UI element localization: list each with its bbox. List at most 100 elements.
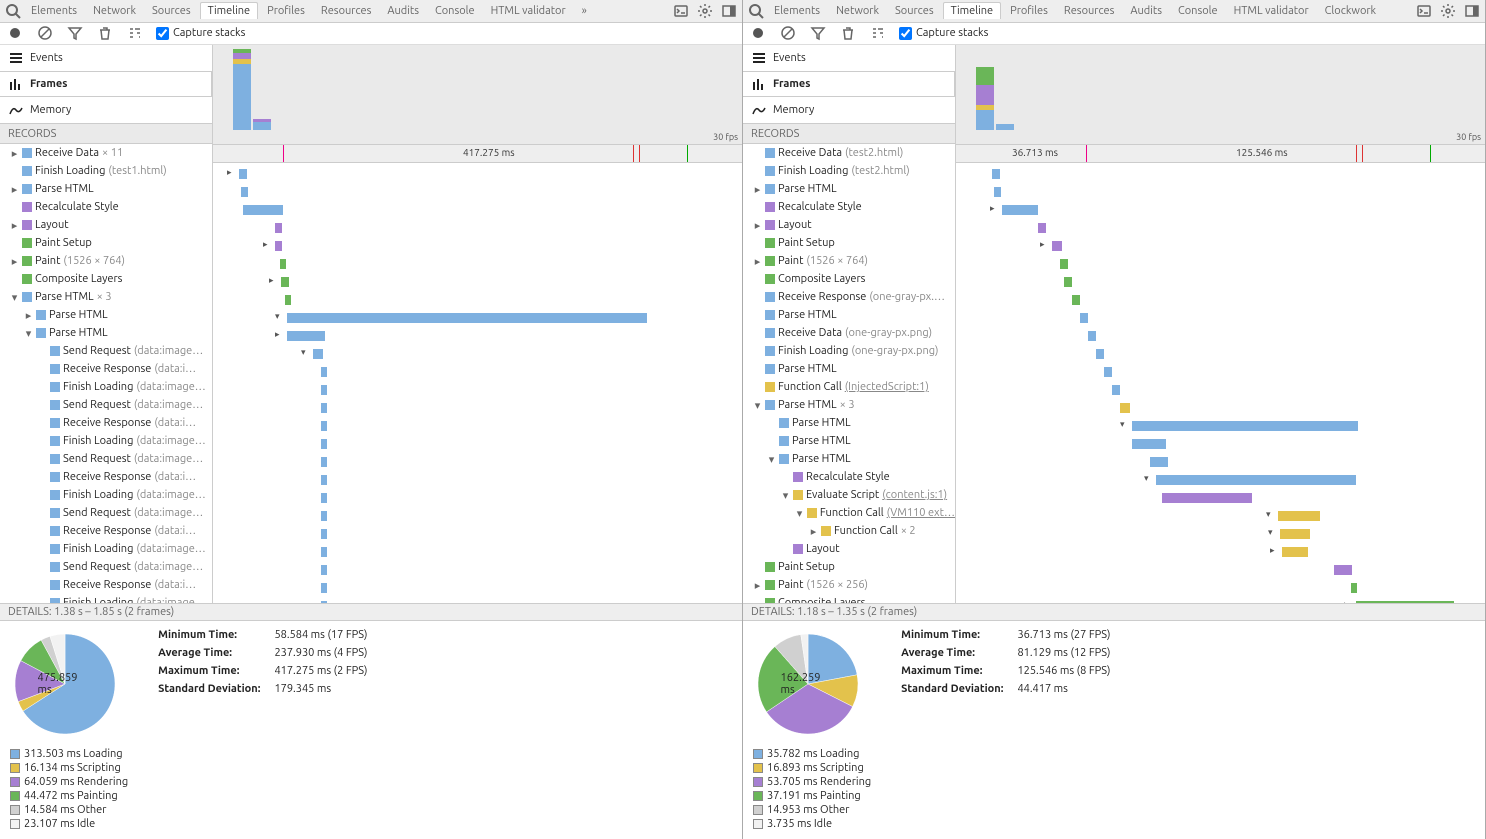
record-row[interactable]: Finish Loading (test1.html) — [0, 162, 212, 180]
record-row[interactable]: Finish Loading (data:image… — [0, 594, 212, 603]
tab-network[interactable]: Network — [86, 3, 143, 19]
gear-icon[interactable] — [696, 2, 714, 20]
flame-bar[interactable] — [321, 493, 327, 503]
flame-toggle[interactable]: ▸ — [990, 203, 995, 214]
overview-strip[interactable]: 30 fps — [956, 45, 1485, 145]
record-row[interactable]: Parse HTML — [743, 432, 955, 450]
tab-clockwork[interactable]: Clockwork — [1318, 3, 1383, 19]
flame-bar[interactable] — [280, 259, 286, 269]
record-row[interactable]: ▸ Layout — [0, 216, 212, 234]
flame-bar[interactable]: ▾ — [313, 349, 323, 359]
trash-button[interactable] — [839, 24, 857, 42]
flame-bar[interactable] — [1351, 583, 1357, 593]
record-row[interactable]: ▸ Layout — [743, 216, 955, 234]
flame-bar[interactable] — [1038, 223, 1046, 233]
disclosure-triangle[interactable]: ▸ — [753, 219, 762, 232]
record-row[interactable]: ▾ Parse HTML × 3 — [0, 288, 212, 306]
nav-frames[interactable]: Frames — [743, 71, 955, 97]
record-row[interactable]: Receive Data (test2.html) — [743, 144, 955, 162]
overview-bar[interactable] — [996, 49, 1014, 130]
flame-bar[interactable] — [321, 547, 327, 557]
capture-stacks-checkbox[interactable]: Capture stacks — [899, 27, 988, 40]
record-row[interactable]: ▾ Parse HTML — [743, 450, 955, 468]
flame-bar[interactable] — [1080, 313, 1088, 323]
flame-bar[interactable] — [321, 457, 327, 467]
flame-bar[interactable] — [1060, 259, 1068, 269]
flame-toggle[interactable]: ▸ — [1040, 239, 1045, 250]
gear-icon[interactable] — [1439, 2, 1457, 20]
flame-bar[interactable] — [243, 205, 283, 215]
disclosure-triangle[interactable]: ▸ — [753, 579, 762, 592]
disclosure-triangle[interactable]: ▾ — [10, 291, 19, 304]
disclosure-triangle[interactable]: ▸ — [10, 147, 19, 160]
nav-events[interactable]: Events — [0, 45, 212, 71]
disclosure-triangle[interactable]: ▸ — [809, 525, 818, 538]
records-list[interactable]: Receive Data (test2.html) Finish Loading… — [743, 144, 955, 603]
record-row[interactable]: ▸ Receive Data × 11 — [0, 144, 212, 162]
tab-elements[interactable]: Elements — [24, 3, 84, 19]
flame-bar[interactable] — [321, 385, 327, 395]
record-row[interactable]: ▾ Function Call (VM110 ext… — [743, 504, 955, 522]
record-link[interactable]: (content.js:1) — [882, 489, 947, 501]
record-row[interactable]: Receive Response (data:i… — [0, 522, 212, 540]
record-row[interactable]: ▸ Function Call × 2 — [743, 522, 955, 540]
flame-bar[interactable] — [1150, 457, 1168, 467]
record-row[interactable]: Send Request (data:image… — [0, 558, 212, 576]
record-row[interactable]: ▸ Paint (1526 × 764) — [743, 252, 955, 270]
nav-frames[interactable]: Frames — [0, 71, 212, 97]
flame-bar[interactable] — [321, 583, 327, 593]
nav-memory[interactable]: Memory — [0, 97, 212, 123]
flame-bar[interactable] — [992, 169, 1000, 179]
overview-bar[interactable] — [233, 49, 251, 130]
flame-toggle[interactable]: ▸ — [1270, 545, 1275, 556]
nest-button[interactable] — [126, 24, 144, 42]
flame-bar[interactable] — [321, 601, 327, 603]
record-row[interactable]: ▸ Paint (1526 × 764) — [0, 252, 212, 270]
disclosure-triangle[interactable]: ▾ — [753, 399, 762, 412]
flame-bar[interactable]: ▾ — [1280, 529, 1310, 539]
disclosure-triangle[interactable]: ▾ — [781, 489, 790, 502]
record-row[interactable]: Composite Layers — [0, 270, 212, 288]
flame-bar[interactable] — [1096, 349, 1104, 359]
tab-elements[interactable]: Elements — [767, 3, 827, 19]
record-row[interactable]: ▾ Evaluate Script (content.js:1) — [743, 486, 955, 504]
flame-bar[interactable] — [321, 421, 327, 431]
tab-resources[interactable]: Resources — [314, 3, 378, 19]
record-row[interactable]: Finish Loading (data:image… — [0, 486, 212, 504]
filter-button[interactable] — [809, 24, 827, 42]
record-link[interactable]: (VM110 ext… — [887, 507, 955, 519]
tab-sources[interactable]: Sources — [888, 3, 941, 19]
flame-bar[interactable]: ▸ — [1002, 205, 1038, 215]
time-axis[interactable]: 36.713 ms125.546 ms — [956, 145, 1485, 163]
disclosure-triangle[interactable]: ▸ — [10, 219, 19, 232]
tabs-overflow[interactable]: » — [575, 3, 594, 19]
flame-bar[interactable]: ▸ — [1282, 547, 1308, 557]
flame-bar[interactable] — [1112, 385, 1120, 395]
tab-timeline[interactable]: Timeline — [943, 2, 1002, 19]
search-icon[interactable] — [747, 2, 765, 20]
flame-bar[interactable]: ▾ — [1132, 421, 1358, 431]
flame-toggle[interactable]: ▸ — [263, 239, 268, 250]
flame-bar[interactable] — [321, 403, 327, 413]
console-toggle-icon[interactable] — [1415, 2, 1433, 20]
record-row[interactable]: Finish Loading (one-gray-px.png) — [743, 342, 955, 360]
search-icon[interactable] — [4, 2, 22, 20]
disclosure-triangle[interactable]: ▸ — [10, 183, 19, 196]
record-row[interactable]: Parse HTML — [743, 306, 955, 324]
disclosure-triangle[interactable]: ▸ — [753, 183, 762, 196]
flame-bar[interactable]: ▸ — [239, 169, 247, 179]
time-axis[interactable]: 417.275 ms — [213, 145, 742, 163]
flame-toggle[interactable]: ▾ — [301, 347, 306, 358]
record-link[interactable]: (InjectedScript:1) — [845, 381, 929, 393]
disclosure-triangle[interactable]: ▾ — [767, 453, 776, 466]
record-row[interactable]: Receive Response (data:i… — [0, 360, 212, 378]
overview-strip[interactable]: 30 fps — [213, 45, 742, 145]
record-button[interactable] — [749, 24, 767, 42]
disclosure-triangle[interactable]: ▾ — [795, 507, 804, 520]
flame-bar[interactable]: ▸ — [281, 277, 289, 287]
flame-bar[interactable]: ▸ — [275, 241, 282, 251]
record-row[interactable]: Send Request (data:image… — [0, 342, 212, 360]
flame-bar[interactable] — [1162, 493, 1252, 503]
dock-icon[interactable] — [1463, 2, 1481, 20]
record-row[interactable]: Recalculate Style — [743, 198, 955, 216]
